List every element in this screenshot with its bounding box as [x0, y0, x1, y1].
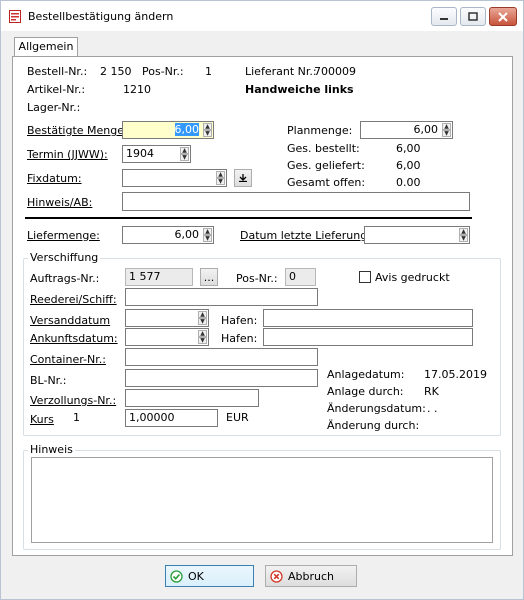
bestaetigte-menge-input[interactable]: 6,00 ▲ ▼	[122, 121, 214, 139]
separator-line	[25, 217, 472, 219]
minimize-icon	[440, 17, 448, 20]
aenderungsdatum-value: . .	[427, 402, 438, 415]
datum-letzte-lieferung-label: Datum letzte Lieferung:	[240, 229, 371, 242]
avis-gedruckt-checkbox[interactable]	[359, 271, 371, 283]
bestell-nr-value: 2 150	[100, 65, 132, 78]
ges-bestellt-value: 6,00	[396, 142, 421, 155]
auftrags-nr-input: 1 577	[125, 268, 193, 286]
close-icon	[498, 11, 508, 22]
ankunftsdatum-input[interactable]: ▲ ▼	[125, 328, 209, 346]
hafen-versand-input[interactable]	[263, 309, 473, 327]
kurs-input[interactable]: 1,00000	[125, 409, 218, 427]
liefermenge-input[interactable]: 6,00 ▲ ▼	[122, 226, 214, 244]
maximize-button[interactable]	[460, 7, 486, 26]
datum-letzte-spinner[interactable]: ▲ ▼	[459, 228, 468, 242]
termin-value: 1904	[126, 147, 154, 160]
fixdatum-label: Fixdatum:	[27, 172, 82, 185]
minimize-button[interactable]	[431, 7, 457, 26]
hafen-ankunft-label: Hafen:	[221, 332, 258, 345]
anlage-durch-value: RK	[424, 385, 439, 398]
cancel-button[interactable]: Abbruch	[265, 565, 357, 587]
gesamt-offen-label: Gesamt offen:	[287, 176, 366, 189]
verschiffung-pos-nr-input: 0	[285, 268, 316, 286]
ok-label: OK	[188, 569, 204, 583]
fixdatum-dropdown-button[interactable]	[234, 169, 252, 187]
check-circle-icon	[170, 569, 183, 583]
pos-nr-value: 1	[205, 65, 212, 78]
ok-button[interactable]: OK	[165, 565, 254, 587]
maximize-icon	[468, 12, 478, 21]
liefermenge-spinner[interactable]: ▲ ▼	[203, 228, 212, 242]
verzollungs-nr-input[interactable]	[125, 389, 259, 407]
dialog-window: Bestellbestätigung ändern Allgemein Best…	[0, 0, 524, 600]
anlagedatum-value: 17.05.2019	[424, 368, 487, 381]
ges-geliefert-label: Ges. geliefert:	[287, 159, 365, 172]
liefermenge-value: 6,00	[174, 228, 200, 241]
gesamt-offen-value: 0.00	[396, 176, 421, 189]
hafen-versand-label: Hafen:	[221, 314, 258, 327]
versanddatum-label: Versanddatum	[30, 314, 111, 327]
ges-bestellt-label: Ges. bestellt:	[287, 142, 360, 155]
close-button[interactable]	[489, 7, 517, 26]
currency-label: EUR	[226, 411, 249, 424]
aenderungsdatum-label: Änderungsdatum:	[327, 402, 426, 415]
versanddatum-input[interactable]: ▲ ▼	[125, 309, 209, 327]
termin-input[interactable]: 1904 ▲ ▼	[122, 145, 191, 163]
planmenge-input[interactable]: 6,00 ▲ ▼	[360, 121, 453, 139]
versanddatum-spinner[interactable]: ▲ ▼	[198, 311, 207, 325]
window-title: Bestellbestätigung ändern	[28, 10, 174, 23]
lager-nr-label: Lager-Nr.:	[27, 101, 81, 114]
kurs-label: Kurs	[30, 413, 54, 426]
tab-allgemein[interactable]: Allgemein	[14, 37, 78, 57]
planmenge-spinner[interactable]: ▲ ▼	[442, 123, 451, 137]
auftrags-nr-label: Auftrags-Nr.:	[30, 272, 100, 285]
cancel-label: Abbruch	[288, 569, 335, 583]
lieferant-nr-label: Lieferant Nr.:	[245, 65, 317, 78]
hinweis-textarea[interactable]	[31, 457, 493, 543]
planmenge-value: 6,00	[413, 123, 439, 136]
termin-label: Termin (JJWW):	[27, 148, 108, 161]
anlagedatum-label: Anlagedatum:	[327, 368, 405, 381]
document-edit-icon	[9, 10, 21, 23]
datum-letzte-lieferung-input[interactable]: ▲ ▼	[364, 226, 470, 244]
bl-nr-label: BL-Nr.:	[30, 374, 67, 387]
anlage-durch-label: Anlage durch:	[327, 385, 404, 398]
ankunftsdatum-spinner[interactable]: ▲ ▼	[198, 330, 207, 344]
bestell-nr-label: Bestell-Nr.:	[27, 65, 88, 78]
reederei-schiff-input[interactable]	[125, 288, 318, 306]
reederei-schiff-label: Reederei/Schiff:	[30, 293, 117, 306]
ankunftsdatum-label: Ankunftsdatum:	[30, 332, 118, 345]
aenderung-durch-label: Änderung durch:	[327, 419, 420, 432]
ges-geliefert-value: 6,00	[396, 159, 421, 172]
bestaetigte-menge-label: Bestätigte Menge:	[27, 124, 128, 137]
hafen-ankunft-input[interactable]	[263, 328, 473, 346]
verzollungs-nr-label: Verzollungs-Nr.:	[30, 394, 117, 407]
menge-spinner[interactable]: ▲ ▼	[203, 123, 212, 137]
verschiffung-title: Verschiffung	[28, 251, 101, 264]
kurs-number: 1	[73, 411, 80, 424]
fixdatum-spinner[interactable]: ▲ ▼	[216, 171, 225, 185]
bl-nr-input[interactable]	[125, 369, 318, 387]
verschiffung-pos-nr-label: Pos-Nr.:	[236, 272, 278, 285]
container-nr-label: Container-Nr.:	[30, 353, 106, 366]
title-bar: Bestellbestätigung ändern	[1, 1, 523, 31]
hinweis-ab-input[interactable]	[122, 192, 470, 211]
hinweis-ab-label: Hinweis/AB:	[27, 196, 93, 209]
pos-nr-label: Pos-Nr.:	[142, 65, 184, 78]
planmenge-label: Planmenge:	[287, 124, 353, 137]
artikel-nr-value: 1210	[123, 83, 151, 96]
termin-spinner[interactable]: ▲ ▼	[180, 147, 189, 161]
liefermenge-label: Liefermenge:	[27, 229, 100, 242]
fixdatum-input[interactable]: ▲ ▼	[122, 169, 227, 187]
cancel-circle-icon	[270, 569, 283, 583]
lieferant-nr-value: 700009	[314, 65, 356, 78]
container-nr-input[interactable]	[125, 348, 318, 366]
arrow-down-icon	[239, 174, 247, 182]
hinweis-title: Hinweis	[28, 443, 75, 456]
artikel-nr-label: Artikel-Nr.:	[27, 83, 86, 96]
avis-gedruckt-label: Avis gedruckt	[375, 271, 450, 284]
artikel-name: Handweiche links	[245, 83, 354, 96]
menge-selected-text: 6,00	[174, 123, 199, 136]
auftrags-browse-button[interactable]: ...	[200, 268, 218, 286]
